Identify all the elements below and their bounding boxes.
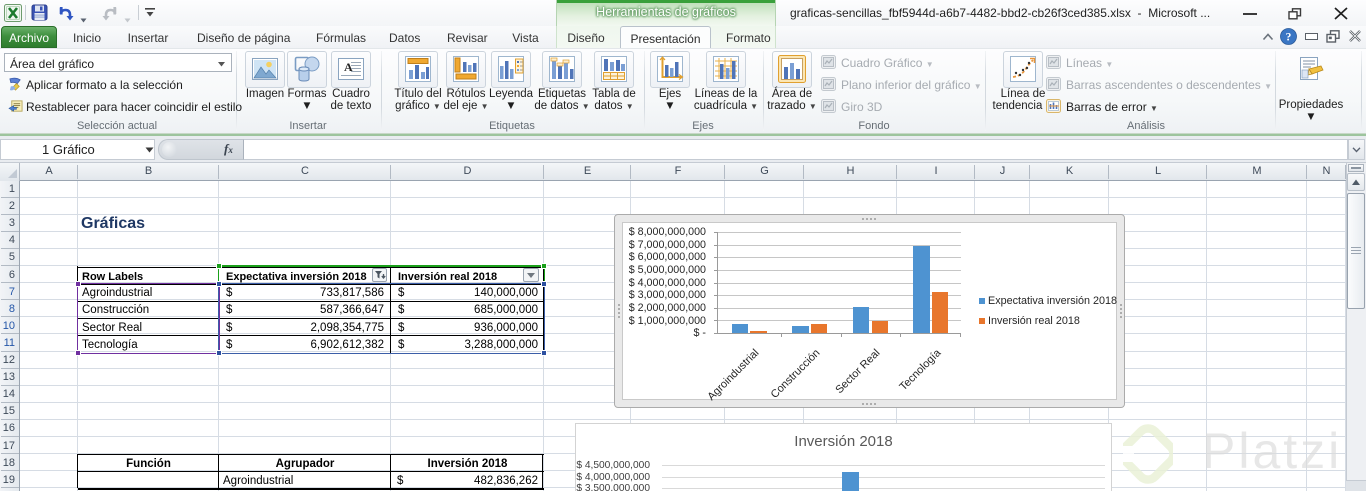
svg-text:?: ? [1286, 32, 1292, 44]
